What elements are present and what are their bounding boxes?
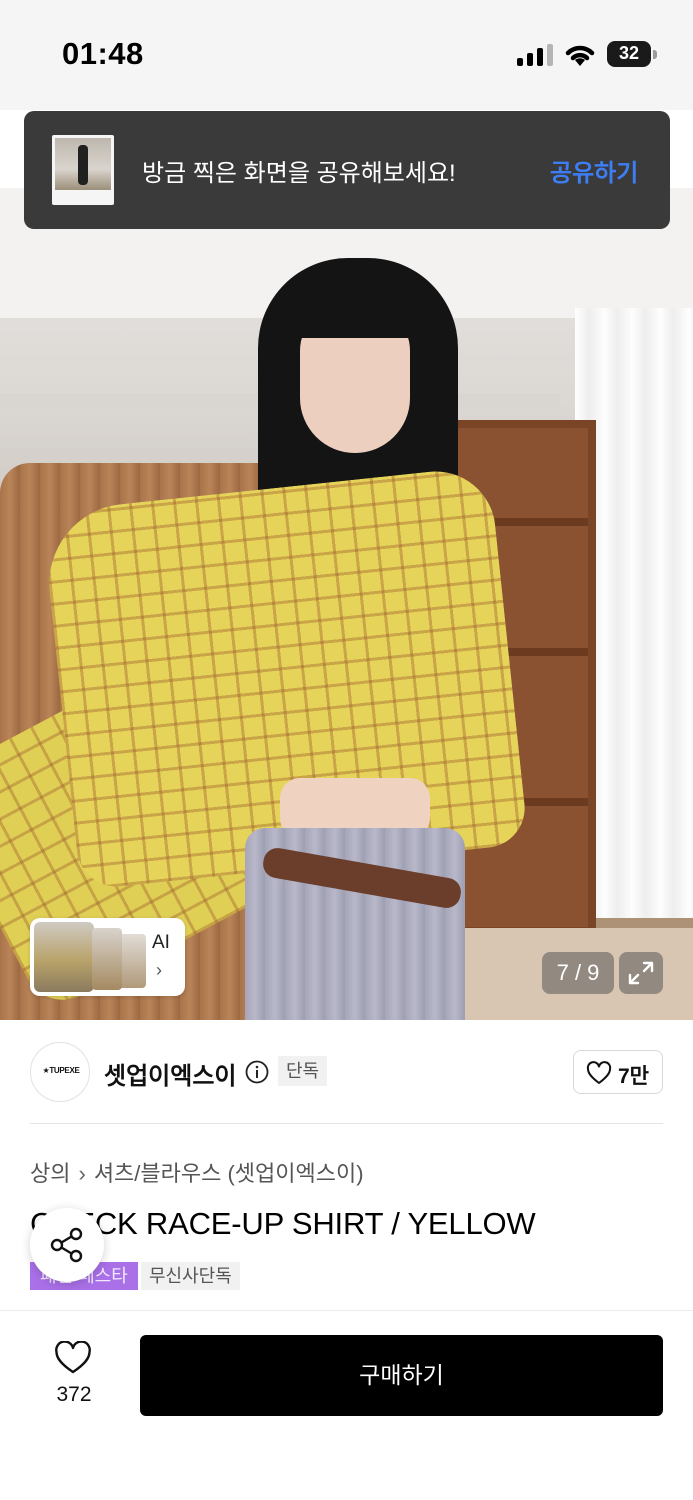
wifi-icon: [565, 45, 595, 66]
status-bar: 01:48 32: [0, 0, 693, 110]
heart-outline-icon: [586, 1061, 612, 1084]
chevron-right-icon: ›: [78, 1161, 86, 1186]
brand-logo[interactable]: ★TUPEXE: [30, 1042, 90, 1102]
product-title: CHECK RACE-UP SHIRT / YELLOW: [30, 1206, 536, 1241]
ai-label: AI: [152, 932, 170, 953]
screenshot-thumbnail[interactable]: [52, 135, 114, 205]
ai-similar-button[interactable]: AI ›: [30, 918, 185, 996]
ai-thumbnail-1: [34, 922, 94, 992]
signal-icon: [517, 44, 555, 66]
battery-cap: [653, 50, 657, 59]
bottom-bar: 372 구매하기: [0, 1310, 693, 1500]
image-page-counter: 7 / 9: [542, 952, 614, 994]
toast-message: 방금 찍은 화면을 공유해보세요!: [142, 160, 456, 187]
expand-button[interactable]: [619, 952, 663, 994]
breadcrumb-item-subcategory[interactable]: 셔츠/블라우스 (셋업이엑스이): [94, 1161, 364, 1186]
brand-like-count: 7만: [618, 1065, 649, 1088]
battery-level: 32: [618, 43, 640, 63]
product-image[interactable]: [0, 188, 693, 1020]
musinsa-exclusive-tag: 무신사단독: [141, 1262, 240, 1290]
ai-thumbnail-3: [118, 934, 146, 988]
seller-row: ★TUPEXE 셋업이엑스이 단독 7만: [0, 1020, 693, 1124]
share-toast: 방금 찍은 화면을 공유해보세요! 공유하기: [24, 111, 670, 229]
battery-indicator: 32: [607, 41, 651, 67]
brand-logo-text: ★TUPEXE: [42, 1066, 80, 1075]
ai-thumbnail-2: [92, 928, 122, 990]
exclusive-tag: 단독: [278, 1056, 328, 1086]
expand-icon: [628, 961, 654, 985]
share-icon: [50, 1227, 83, 1263]
buy-button[interactable]: 구매하기: [140, 1335, 663, 1416]
chevron-right-icon: ›: [156, 960, 162, 980]
share-button[interactable]: [30, 1208, 104, 1282]
heart-outline-icon[interactable]: [54, 1341, 92, 1375]
wish-count: 372: [56, 1383, 92, 1406]
section-divider: [30, 1123, 663, 1124]
brand-like-button[interactable]: 7만: [573, 1050, 663, 1094]
brand-name[interactable]: 셋업이엑스이: [104, 1056, 236, 1091]
status-time: 01:48: [62, 36, 144, 71]
breadcrumb: 상의 › 셔츠/블라우스 (셋업이엑스이): [30, 1156, 364, 1188]
toast-share-button[interactable]: 공유하기: [550, 153, 638, 188]
info-icon[interactable]: [245, 1060, 269, 1084]
breadcrumb-item-category[interactable]: 상의: [30, 1161, 70, 1186]
